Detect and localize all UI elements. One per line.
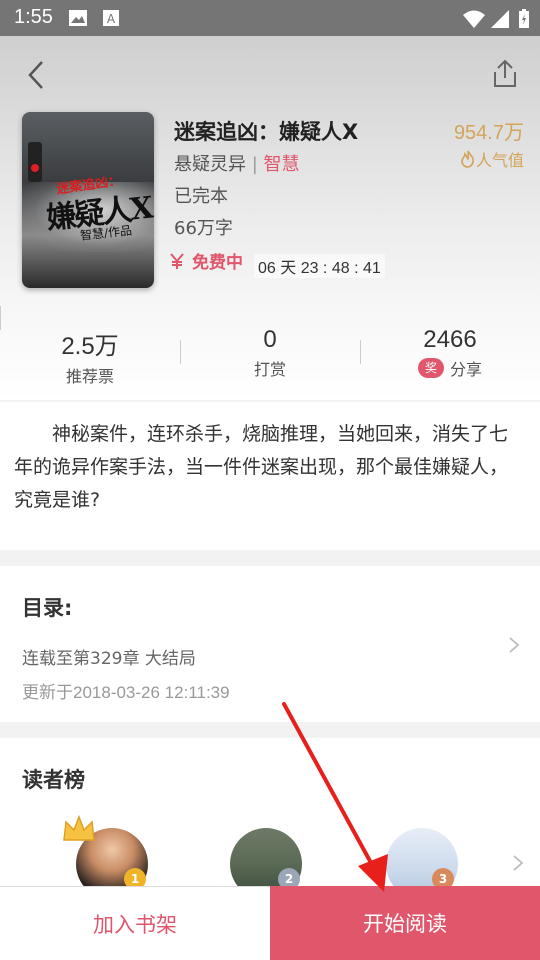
catalog-section[interactable]: 目录: 连载至第329章 大结局 更新于2018-03-26 12:11:39 [0, 566, 540, 722]
popularity-value: 954.7万 [453, 122, 524, 144]
status-time: 1:55 [14, 6, 53, 28]
book-author[interactable]: 智慧 [264, 154, 300, 175]
stat-value: 0 [263, 326, 277, 353]
award-icon: 奖 [417, 358, 444, 378]
signal-icon [491, 10, 509, 28]
stats-divider [360, 340, 361, 364]
stat-label: 打赏 [253, 360, 286, 379]
free-badge: 免费中 [168, 248, 243, 273]
chevron-right-icon[interactable] [512, 854, 524, 872]
share-icon[interactable] [490, 58, 520, 90]
book-cover[interactable]: 迷案追凶： 嫌疑人X 智慧/作品 [22, 112, 154, 288]
chevron-right-icon[interactable] [508, 636, 520, 654]
description-text: 神秘案件，连环杀手，烧脑推理，当她回来，消失了七年的诡异作案手法，当一件件迷案出… [14, 423, 509, 511]
svg-text:A: A [107, 12, 116, 26]
popularity-label-row: 人气值 [454, 147, 524, 171]
flame-icon [461, 150, 474, 168]
stat-value: 2.5万 [61, 333, 119, 360]
yen-icon [170, 252, 184, 269]
start-reading-button[interactable]: 开始阅读 [270, 886, 540, 960]
crown-icon [63, 814, 95, 841]
book-word-count: 66万字 [174, 218, 233, 239]
catalog-latest-chapter: 连载至第329章 大结局 [22, 649, 196, 669]
stat-label-row: 奖 分享 [360, 356, 540, 380]
app-notification-icon: A [103, 10, 119, 26]
book-meta: 悬疑灵异 | 智慧 [174, 150, 300, 176]
wifi-icon [463, 10, 485, 28]
meta-separator: | [251, 154, 258, 175]
stat-value: 2466 [423, 326, 477, 353]
free-label: 免费中 [192, 253, 243, 273]
book-title: 迷案追凶：嫌疑人X [174, 120, 359, 144]
catalog-title: 目录: [22, 596, 73, 620]
reader-ranking-section: 读者榜 1 2 3 [0, 738, 540, 900]
status-bar: 1:55 A [0, 0, 540, 36]
bottom-action-bar: 加入书架 开始阅读 [0, 886, 540, 960]
book-status: 已完本 [174, 186, 228, 207]
popularity: 954.7万 人气值 [454, 116, 524, 171]
add-to-shelf-button[interactable]: 加入书架 [0, 886, 270, 960]
stat-label: 推荐票 [65, 367, 114, 386]
traffic-light-graphic [28, 142, 42, 182]
free-countdown: 06 天 23 : 48 : 41 [254, 254, 385, 278]
reader-ranking-title: 读者榜 [22, 768, 85, 792]
popularity-label: 人气值 [475, 151, 524, 170]
battery-icon [519, 9, 529, 28]
stats-divider [180, 340, 181, 364]
stat-label: 分享 [449, 360, 482, 379]
stat-share[interactable]: 2466 奖 分享 [360, 326, 540, 380]
stats-row: 2.5万 推荐票 0 打赏 2466 奖 分享 [0, 326, 540, 396]
stat-tip[interactable]: 0 打赏 [180, 326, 360, 380]
stats-divider [0, 306, 1, 330]
catalog-updated-time: 更新于2018-03-26 12:11:39 [22, 683, 230, 702]
back-arrow-icon[interactable] [24, 58, 52, 92]
book-category[interactable]: 悬疑灵异 [174, 154, 246, 175]
image-notification-icon [69, 10, 87, 26]
stat-recommend[interactable]: 2.5万 推荐票 [0, 326, 180, 387]
book-description[interactable]: 神秘案件，连环杀手，烧脑推理，当她回来，消失了七年的诡异作案手法，当一件件迷案出… [0, 402, 540, 550]
